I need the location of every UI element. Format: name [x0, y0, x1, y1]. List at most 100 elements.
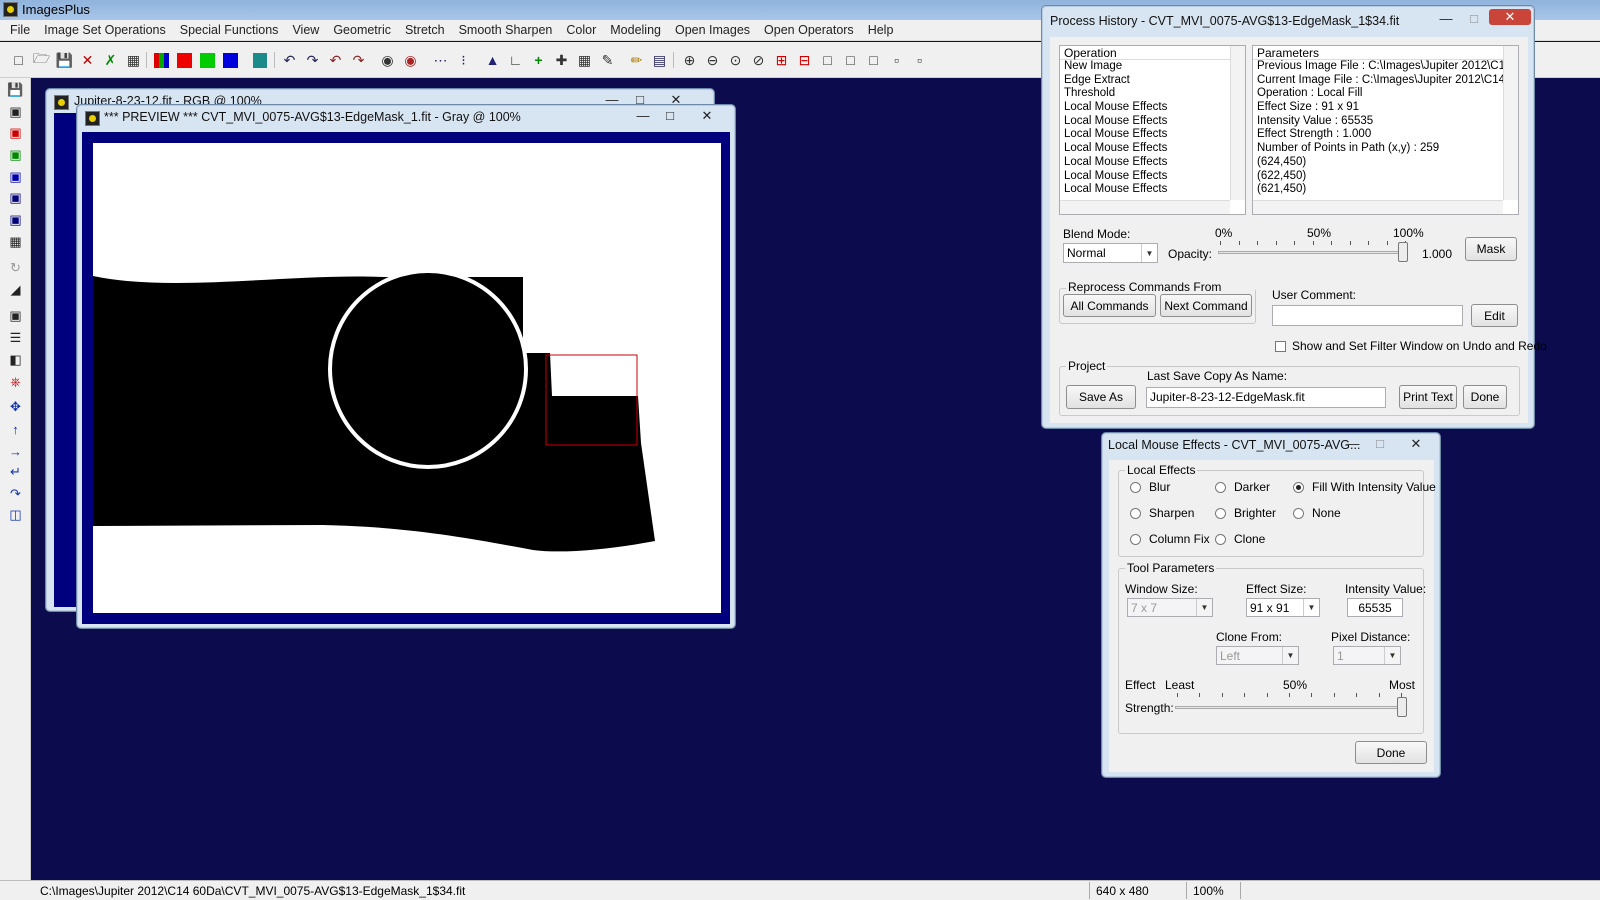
horizontal-scrollbar[interactable] [1253, 200, 1503, 214]
process-history-window[interactable]: Process History - CVT_MVI_0075-AVG$13-Ed… [1041, 5, 1547, 429]
layer-stack-icon[interactable]: ▣ [6, 211, 25, 229]
select-box-icon[interactable]: ▣ [6, 307, 25, 325]
menu-file[interactable]: File [3, 23, 37, 37]
copy-icon[interactable]: ◫ [6, 506, 25, 524]
print-text-button[interactable]: Print Text [1399, 385, 1457, 409]
mask-button[interactable]: Mask [1465, 237, 1517, 261]
window-small-icon[interactable]: □ [863, 50, 884, 70]
reduce-icon[interactable]: ⊟ [794, 50, 815, 70]
list-item[interactable]: Local Mouse Effects [1060, 128, 1245, 142]
zoom-out-icon[interactable]: ⊖ [702, 50, 723, 70]
opacity-slider-thumb[interactable] [1398, 242, 1408, 262]
strength-slider-thumb[interactable] [1397, 697, 1407, 717]
menu-open-images[interactable]: Open Images [668, 23, 757, 37]
window-large-icon[interactable]: □ [817, 50, 838, 70]
zoom-fit-icon[interactable]: ⊙ [725, 50, 746, 70]
save-icon[interactable]: 💾 [6, 81, 25, 99]
maximize-button[interactable]: □ [1461, 11, 1487, 27]
enlarge-icon[interactable]: ⊞ [771, 50, 792, 70]
redo-icon[interactable]: ↷ [302, 50, 323, 70]
close-button[interactable]: ✕ [1403, 436, 1429, 452]
cursor-select-icon[interactable]: ⎈ [6, 373, 25, 391]
contrast-icon[interactable]: ◧ [6, 351, 25, 369]
list-item[interactable]: Local Mouse Effects [1060, 170, 1245, 184]
rgb-channels-icon[interactable] [151, 50, 172, 70]
undo-all-icon[interactable]: ↶ [325, 50, 346, 70]
restore-snapshot-icon[interactable]: ◉ [400, 50, 421, 70]
gradient-icon[interactable]: ◢ [6, 281, 25, 299]
close-button[interactable]: ✕ [694, 108, 720, 124]
show-filter-checkbox[interactable] [1275, 341, 1286, 352]
black-white-icon[interactable]: ▣ [6, 103, 25, 121]
list-item[interactable]: Edge Extract [1060, 74, 1245, 88]
maximize-button[interactable]: □ [657, 108, 683, 124]
menu-geometric[interactable]: Geometric [326, 23, 398, 37]
crosshair-add-icon[interactable]: + [528, 50, 549, 70]
menu-color[interactable]: Color [559, 23, 603, 37]
radio-fill-with-intensity[interactable]: Fill With Intensity Value [1293, 480, 1436, 494]
green-channel-icon[interactable] [197, 50, 218, 70]
move-icon[interactable]: ✥ [6, 398, 25, 416]
close-icon[interactable]: ✕ [77, 50, 98, 70]
parameters-list[interactable]: Parameters Previous Image File : C:\Imag… [1252, 45, 1519, 215]
menu-stretch[interactable]: Stretch [398, 23, 452, 37]
arrow-up-icon[interactable]: ↑ [6, 420, 25, 438]
vertical-scrollbar[interactable] [1503, 46, 1518, 200]
edit-button[interactable]: Edit [1471, 304, 1518, 327]
radio-blur[interactable]: Blur [1130, 480, 1170, 494]
new-file-icon[interactable]: □ [8, 50, 29, 70]
done-button[interactable]: Done [1355, 741, 1427, 764]
red-channel-icon[interactable] [174, 50, 195, 70]
list-item[interactable]: Local Mouse Effects [1060, 101, 1245, 115]
operation-list[interactable]: Operation New Image Edge Extract Thresho… [1059, 45, 1246, 215]
radio-darker[interactable]: Darker [1215, 480, 1270, 494]
grid-icon[interactable]: ▦ [574, 50, 595, 70]
close-button[interactable]: ✕ [1489, 9, 1531, 25]
pencil-icon[interactable]: ✏ [626, 50, 647, 70]
horizontal-scrollbar[interactable] [1060, 200, 1230, 214]
zoom-actual-icon[interactable]: ⊘ [748, 50, 769, 70]
minimize-button[interactable]: — [630, 108, 656, 124]
green-layer-icon[interactable]: ▣ [6, 146, 25, 164]
columns-icon[interactable]: ☰ [6, 329, 25, 347]
rotate-right-icon[interactable]: ↷ [6, 485, 25, 503]
minimize-button[interactable]: — [1340, 436, 1366, 452]
done-button[interactable]: Done [1463, 385, 1507, 409]
invert-icon[interactable]: ▦ [6, 233, 25, 251]
undo-icon[interactable]: ↶ [279, 50, 300, 70]
minimize-button[interactable]: — [1433, 11, 1459, 27]
menu-modeling[interactable]: Modeling [603, 23, 668, 37]
preview-window[interactable]: *** PREVIEW *** CVT_MVI_0075-AVG$13-Edge… [76, 104, 736, 629]
histogram-icon[interactable]: ▲ [482, 50, 503, 70]
dotted-line-icon[interactable]: ⋯ [430, 50, 451, 70]
window-tiny-icon[interactable]: ▫ [886, 50, 907, 70]
menu-image-set-operations[interactable]: Image Set Operations [37, 23, 173, 37]
rotate-left-icon[interactable]: ↵ [6, 463, 25, 481]
menu-open-operators[interactable]: Open Operators [757, 23, 861, 37]
vertical-scrollbar[interactable] [1230, 46, 1245, 200]
multi-layer-icon[interactable]: ▣ [6, 189, 25, 207]
all-commands-button[interactable]: All Commands [1063, 294, 1156, 317]
strength-slider-track[interactable] [1175, 706, 1407, 709]
local-mouse-effects-window[interactable]: Local Mouse Effects - CVT_MVI_0075-AVG..… [1101, 432, 1441, 778]
points-icon[interactable]: ⁝ [453, 50, 474, 70]
crosshair-icon[interactable]: ✚ [551, 50, 572, 70]
snapshot-icon[interactable]: ◉ [377, 50, 398, 70]
menu-smooth-sharpen[interactable]: Smooth Sharpen [452, 23, 560, 37]
edge-mask-image[interactable] [93, 143, 721, 613]
radio-column-fix[interactable]: Column Fix [1130, 532, 1210, 546]
redo-all-icon[interactable]: ↷ [348, 50, 369, 70]
zoom-in-icon[interactable]: ⊕ [679, 50, 700, 70]
intensity-value-field[interactable]: 65535 [1347, 598, 1403, 617]
list-item[interactable]: Local Mouse Effects [1060, 142, 1245, 156]
radio-sharpen[interactable]: Sharpen [1130, 506, 1194, 520]
open-folder-icon[interactable]: 🗁 [31, 50, 52, 70]
clone-from-select[interactable]: Left ▼ [1216, 646, 1299, 665]
arrow-right-icon[interactable]: → [6, 442, 25, 460]
blend-mode-select[interactable]: Normal ▼ [1063, 243, 1158, 263]
save-as-button[interactable]: Save As [1066, 385, 1136, 409]
curve-icon[interactable]: ∟ [505, 50, 526, 70]
radio-none[interactable]: None [1293, 506, 1341, 520]
print-icon[interactable]: ▦ [123, 50, 144, 70]
list-item[interactable]: New Image [1060, 60, 1245, 74]
